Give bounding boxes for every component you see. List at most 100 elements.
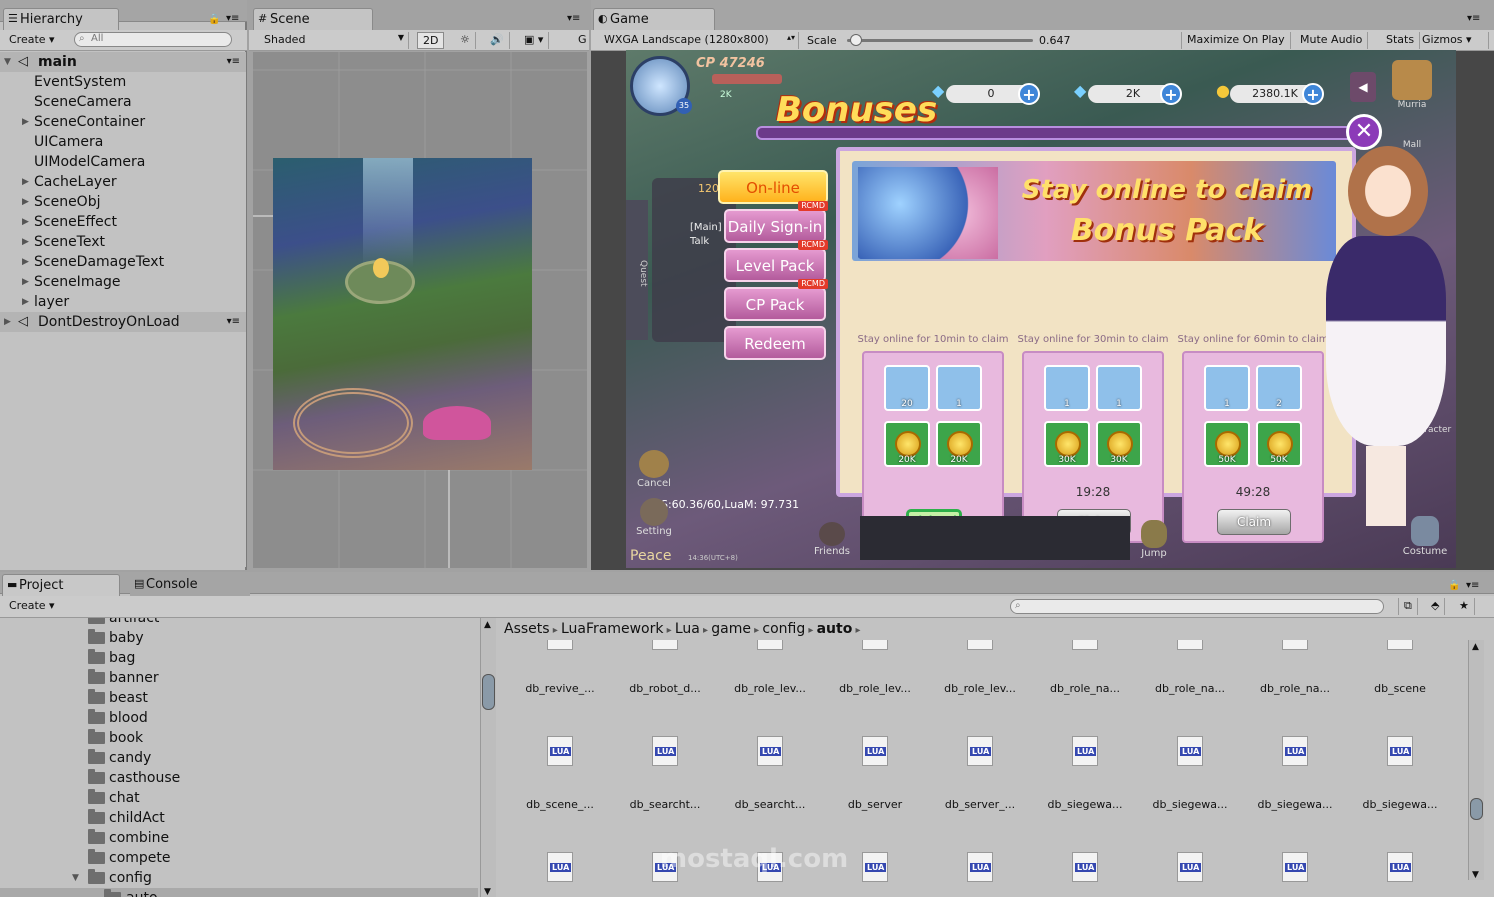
lua-file-item[interactable]: LUA db_searcht...	[615, 736, 715, 814]
folder-item[interactable]: auto	[0, 888, 478, 897]
hierarchy-item[interactable]: ▶ SceneImage	[0, 272, 246, 292]
folder-scrollbar[interactable]: ▲ ▼	[480, 618, 496, 897]
gold-coin-item[interactable]: 50K	[1204, 421, 1250, 467]
lua-file-icon[interactable]: LUA	[967, 852, 993, 882]
collapsed-arrow-icon[interactable]: ▶	[22, 172, 29, 192]
hierarchy-item[interactable]: ▶ CacheLayer	[0, 172, 246, 192]
peace-mode[interactable]: Peace	[630, 548, 671, 564]
panel-menu-icon[interactable]: ▾≡	[226, 13, 239, 24]
breadcrumb-item[interactable]: Lua	[675, 621, 700, 637]
scene-canvas[interactable]	[253, 52, 587, 568]
add-gold-button[interactable]: +	[1302, 83, 1324, 105]
lua-file-item[interactable]: LUA db_server_...	[930, 736, 1030, 814]
lighting-icon[interactable]: ☼	[455, 32, 476, 49]
gizmos-button[interactable]: G	[573, 32, 592, 49]
tab-console[interactable]: ▤ Console	[130, 574, 250, 596]
scroll-down-icon[interactable]: ▼	[1472, 870, 1479, 880]
reward-item[interactable]: 20	[884, 365, 930, 411]
side-tab-3[interactable]: CP Pack RCMD	[724, 279, 828, 321]
lua-file-item[interactable]: LUA db_searcht...	[720, 736, 820, 814]
hierarchy-search-input[interactable]: ⌕ All	[74, 32, 232, 47]
reward-item[interactable]: 1	[936, 365, 982, 411]
quest-label[interactable]: Quest	[626, 200, 648, 340]
claim-button[interactable]: Claim	[1217, 509, 1291, 535]
costume-button[interactable]: Costume	[1400, 516, 1450, 557]
folder-item[interactable]: blood	[0, 708, 478, 728]
lua-file-item[interactable]: LUA db_role_lev...	[720, 640, 820, 698]
audio-icon[interactable]: 🔊	[485, 32, 510, 49]
row-menu-icon[interactable]: ▾≡	[227, 52, 240, 72]
lua-file-item[interactable]: LUA db_robot_d...	[615, 640, 715, 698]
lua-file-item[interactable]: LUA db_server	[825, 736, 925, 814]
side-tab-4[interactable]: Redeem	[724, 326, 826, 360]
folder-item[interactable]: book	[0, 728, 478, 748]
maximize-on-play-toggle[interactable]: Maximize On Play	[1181, 32, 1291, 49]
lua-file-item[interactable]: LUA db_revive_...	[510, 640, 610, 698]
chat-bar[interactable]	[860, 516, 1130, 560]
hierarchy-item[interactable]: ▶ SceneDamageText	[0, 252, 246, 272]
tab-project[interactable]: ▬ Project	[2, 574, 120, 596]
stats-toggle[interactable]: Stats	[1381, 32, 1421, 49]
add-gem-button[interactable]: +	[1160, 83, 1182, 105]
folder-item[interactable]: chat	[0, 788, 478, 808]
scroll-thumb[interactable]	[482, 674, 495, 710]
folder-item[interactable]: bag	[0, 648, 478, 668]
gold-coin-item[interactable]: 50K	[1256, 421, 1302, 467]
gold-coin-item[interactable]: 20K	[936, 421, 982, 467]
hierarchy-item[interactable]: SceneCamera	[0, 92, 246, 112]
collapsed-arrow-icon[interactable]: ▶	[4, 312, 11, 332]
hierarchy-item[interactable]: ▶ SceneText	[0, 232, 246, 252]
filter-type-icon[interactable]: ⧉	[1398, 598, 1418, 615]
murria-icon[interactable]	[1392, 60, 1432, 100]
lua-file-item[interactable]: LUA db_siegewa...	[1245, 736, 1345, 814]
back-arrow-icon[interactable]: ◀	[1350, 72, 1376, 102]
folder-item[interactable]: baby	[0, 628, 478, 648]
lua-file-item[interactable]: LUA db_role_lev...	[930, 640, 1030, 698]
friends-button[interactable]: Friends	[810, 522, 854, 557]
favorite-star-icon[interactable]: ★	[1454, 598, 1475, 615]
lua-file-item[interactable]: LUA db_siegewa...	[1350, 736, 1450, 814]
lua-file-icon[interactable]: LUA	[1072, 852, 1098, 882]
folder-item[interactable]: combine	[0, 828, 478, 848]
reward-item[interactable]: 1	[1096, 365, 1142, 411]
reward-item[interactable]: 1	[1204, 365, 1250, 411]
project-search-input[interactable]: ⌕	[1010, 599, 1384, 614]
folder-item[interactable]: compete	[0, 848, 478, 868]
folder-item[interactable]: artifact	[0, 618, 478, 628]
filter-label-icon[interactable]: ⬘	[1426, 598, 1446, 615]
shading-dropdown[interactable]: Shaded ▼	[259, 32, 409, 49]
collapsed-arrow-icon[interactable]: ▶	[22, 252, 29, 272]
scene-root-row[interactable]: ▼ ◁ main ▾≡	[0, 52, 246, 72]
folder-item[interactable]: banner	[0, 668, 478, 688]
lock-icon[interactable]: 🔒	[1448, 580, 1460, 591]
resolution-dropdown[interactable]: WXGA Landscape (1280x800) ▴▾	[599, 32, 799, 49]
collapsed-arrow-icon[interactable]: ▶	[22, 212, 29, 232]
scroll-thumb[interactable]	[1470, 798, 1483, 820]
hierarchy-item[interactable]: UIModelCamera	[0, 152, 246, 172]
expand-arrow-icon[interactable]: ▼	[72, 868, 79, 888]
effects-icon[interactable]: ▣ ▾	[519, 32, 550, 49]
folder-item[interactable]: childAct	[0, 808, 478, 828]
breadcrumb-item[interactable]: auto	[817, 621, 853, 637]
scroll-up-icon[interactable]: ▲	[484, 620, 491, 630]
gizmos-dropdown[interactable]: Gizmos ▾	[1417, 32, 1489, 49]
tab-scene[interactable]: # Scene	[253, 8, 373, 30]
side-tab-1[interactable]: Daily Sign-in RCMD	[724, 201, 828, 243]
breadcrumb-item[interactable]: config	[762, 621, 805, 637]
scroll-up-icon[interactable]: ▲	[1472, 642, 1479, 652]
hierarchy-item[interactable]: UICamera	[0, 132, 246, 152]
lua-file-icon[interactable]: LUA	[1177, 852, 1203, 882]
gold-coin-item[interactable]: 20K	[884, 421, 930, 467]
collapsed-arrow-icon[interactable]: ▶	[22, 232, 29, 252]
add-diamond-button[interactable]: +	[1018, 83, 1040, 105]
lua-file-item[interactable]: LUA db_role_na...	[1245, 640, 1345, 698]
panel-menu-icon[interactable]: ▾≡	[1467, 13, 1480, 24]
folder-item[interactable]: beast	[0, 688, 478, 708]
breadcrumb-item[interactable]: game	[711, 621, 751, 637]
lua-file-item[interactable]: LUA db_role_na...	[1140, 640, 1240, 698]
lua-file-item[interactable]: LUA db_role_na...	[1035, 640, 1135, 698]
file-scrollbar[interactable]: ▲ ▼	[1468, 640, 1484, 880]
collapsed-arrow-icon[interactable]: ▶	[22, 292, 29, 312]
hierarchy-item[interactable]: ▶ SceneEffect	[0, 212, 246, 232]
mode-2d-button[interactable]: 2D	[417, 32, 445, 49]
